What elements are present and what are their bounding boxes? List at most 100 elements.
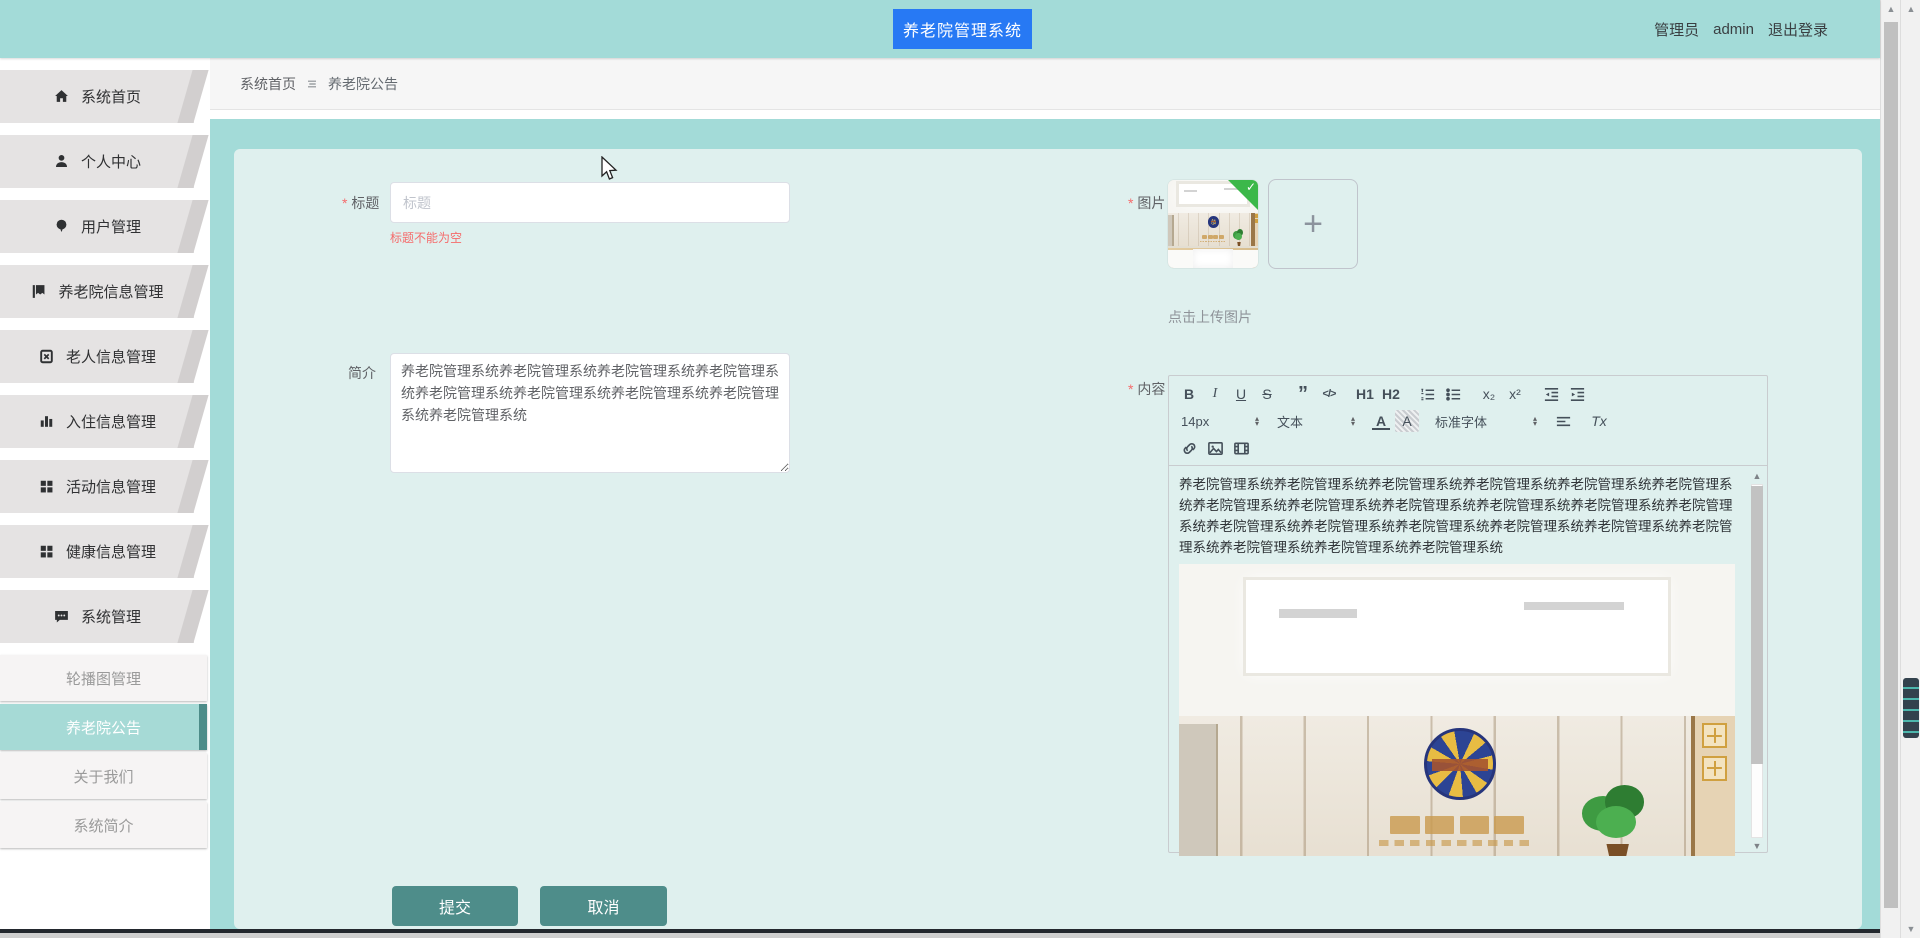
gap-strip — [210, 110, 1880, 119]
sidebar-item-facility-info[interactable]: 养老院信息管理 — [0, 265, 194, 318]
sidebar-item-label: 个人中心 — [80, 154, 141, 171]
superscript-button[interactable]: x² — [1503, 383, 1527, 405]
content-background: 标题 标题不能为空 简介 养老院管理系统养老院管理系统养老院管理系统养老院管理系… — [210, 119, 1880, 929]
submenu-item-about-us[interactable]: 关于我们 — [0, 753, 207, 799]
user-role-label: 管理员 — [1654, 21, 1700, 39]
sidebar-item-label: 系统管理 — [80, 609, 141, 626]
font-size-picker[interactable]: 14px ▴ ▾ — [1177, 410, 1263, 432]
submit-button[interactable]: 提交 — [392, 886, 518, 926]
link-icon[interactable] — [1177, 437, 1201, 459]
rich-text-editor: B I U S ” </> H1 H2 x₂ x² 14px ▴ ▾ 文本 ▴ … — [1168, 375, 1768, 856]
system-submenu: 轮播图管理 养老院公告 关于我们 系统简介 — [0, 655, 210, 848]
submenu-item-carousel[interactable]: 轮播图管理 — [0, 655, 207, 701]
strikethrough-button[interactable]: S — [1255, 383, 1279, 405]
form-panel: 标题 标题不能为空 简介 养老院管理系统养老院管理系统养老院管理系统养老院管理系… — [234, 149, 1862, 929]
inner-scrollbar: ▲ — [1880, 0, 1900, 938]
clipboard-x-icon — [40, 349, 53, 364]
picker-arrows-icon: ▴ ▾ — [1254, 414, 1259, 428]
breadcrumb-current: 养老院公告 — [328, 75, 398, 92]
app-title: 养老院管理系统 — [893, 9, 1033, 49]
highlight-color-button[interactable]: A — [1395, 410, 1419, 432]
scroll-up-arrow-icon[interactable]: ▲ — [1901, 2, 1920, 16]
scrollbar-thumb[interactable] — [1884, 22, 1898, 908]
font-family-picker[interactable]: 标准字体 ▴ ▾ — [1431, 410, 1541, 432]
title-input[interactable] — [390, 182, 790, 223]
text-color-button[interactable]: A — [1369, 410, 1393, 432]
submenu-item-system-intro[interactable]: 系统简介 — [0, 802, 207, 848]
sidebar-item-activity-info[interactable]: 活动信息管理 — [0, 460, 194, 513]
sidebar-item-elder-info[interactable]: 老人信息管理 — [0, 330, 194, 383]
facility-photo — [1179, 564, 1735, 856]
bullet-list-icon[interactable] — [1441, 383, 1465, 405]
indent-icon[interactable] — [1565, 383, 1589, 405]
window-bottom-strip — [0, 933, 1880, 938]
scroll-up-arrow-icon[interactable]: ▲ — [1750, 470, 1764, 482]
header-2-button[interactable]: H2 — [1379, 383, 1403, 405]
subscript-button[interactable]: x₂ — [1477, 383, 1501, 405]
sidebar-item-label: 入住信息管理 — [65, 414, 156, 431]
submenu-item-announcement[interactable]: 养老院公告 — [0, 704, 207, 750]
sidebar-item-label: 活动信息管理 — [65, 479, 156, 496]
main-area: 系统首页 养老院公告 标题 标题不能为空 简介 养老院管理系统养老院管理系统养老… — [210, 58, 1880, 929]
picker-arrows-icon: ▴ ▾ — [1350, 414, 1355, 428]
sidebar-item-home[interactable]: 系统首页 — [0, 70, 194, 123]
add-image-button[interactable]: + — [1268, 179, 1358, 269]
underline-button[interactable]: U — [1229, 383, 1253, 405]
check-icon: ✓ — [1245, 180, 1256, 194]
editor-scrollbar: ▲ ▼ — [1750, 470, 1764, 852]
title-field-label: 标题 — [342, 193, 379, 213]
scroll-up-arrow-icon[interactable]: ▲ — [1881, 2, 1901, 16]
grid-icon — [40, 480, 53, 493]
header-1-button[interactable]: H1 — [1353, 383, 1377, 405]
scrollbar-thumb[interactable] — [1751, 486, 1763, 764]
browser-scrollbar: ▲ ▼ — [1900, 0, 1920, 938]
top-header: 养老院管理系统 管理员 admin 退出登录 — [0, 0, 1880, 58]
editor-embedded-image — [1179, 564, 1735, 856]
editor-toolbar: B I U S ” </> H1 H2 x₂ x² 14px ▴ ▾ 文本 ▴ … — [1169, 376, 1767, 466]
home-icon — [55, 90, 68, 102]
sidebar-item-checkin-info[interactable]: 入住信息管理 — [0, 395, 194, 448]
blockquote-button[interactable]: ” — [1291, 383, 1315, 405]
breadcrumb-separator-icon — [308, 80, 316, 87]
breadcrumb-home[interactable]: 系统首页 — [240, 74, 296, 94]
editor-content[interactable]: 养老院管理系统养老院管理系统养老院管理系统养老院管理系统养老院管理系统养老院管理… — [1169, 466, 1767, 856]
sidebar-item-label: 老人信息管理 — [65, 349, 156, 366]
italic-button[interactable]: I — [1203, 383, 1227, 405]
sidebar-item-system[interactable]: 系统管理 — [0, 590, 194, 643]
sidebar-item-health-info[interactable]: 健康信息管理 — [0, 525, 194, 578]
sidebar-item-label: 系统首页 — [80, 89, 141, 106]
code-block-button[interactable]: </> — [1317, 383, 1341, 405]
sidebar-item-label: 用户管理 — [80, 219, 141, 236]
sidebar-item-users[interactable]: 用户管理 — [0, 200, 194, 253]
outdent-icon[interactable] — [1539, 383, 1563, 405]
scrollbar-thumb[interactable] — [1903, 678, 1919, 738]
sidebar-item-profile[interactable]: 个人中心 — [0, 135, 194, 188]
ordered-list-icon[interactable] — [1415, 383, 1439, 405]
sidebar: 系统首页 个人中心 用户管理 养老院信息管理 老人信息管理 入住信息管理 活动信… — [0, 58, 210, 929]
sidebar-item-label: 健康信息管理 — [65, 544, 156, 561]
bold-button[interactable]: B — [1177, 383, 1201, 405]
uploaded-image-thumbnail[interactable]: ✓ — [1168, 180, 1258, 268]
comment-icon — [55, 610, 68, 623]
editor-text: 养老院管理系统养老院管理系统养老院管理系统养老院管理系统养老院管理系统养老院管理… — [1179, 477, 1733, 555]
building-icon — [33, 285, 45, 298]
person-icon — [55, 155, 68, 168]
scroll-down-arrow-icon[interactable]: ▼ — [1750, 840, 1764, 852]
bar-chart-icon — [40, 416, 53, 427]
paragraph-format-picker[interactable]: 文本 ▴ ▾ — [1273, 410, 1359, 432]
picker-arrows-icon: ▴ ▾ — [1532, 414, 1537, 428]
pin-icon — [56, 219, 67, 233]
title-error-message: 标题不能为空 — [390, 231, 463, 245]
cancel-button[interactable]: 取消 — [540, 886, 667, 926]
clear-format-button[interactable]: Tx — [1587, 410, 1611, 432]
page: 养老院管理系统 管理员 admin 退出登录 系统首页 个人中心 用户管理 养老… — [0, 0, 1920, 938]
sidebar-item-label: 养老院信息管理 — [58, 284, 164, 301]
align-icon[interactable] — [1551, 410, 1575, 432]
upload-hint: 点击上传图片 — [1168, 309, 1252, 325]
plus-icon: + — [1303, 205, 1323, 243]
image-icon[interactable] — [1203, 437, 1227, 459]
scroll-down-arrow-icon[interactable]: ▼ — [1901, 922, 1920, 936]
video-icon[interactable] — [1229, 437, 1253, 459]
intro-textarea[interactable]: 养老院管理系统养老院管理系统养老院管理系统养老院管理系统养老院管理系统养老院管理… — [390, 353, 790, 473]
logout-link[interactable]: 退出登录 — [1768, 19, 1828, 40]
